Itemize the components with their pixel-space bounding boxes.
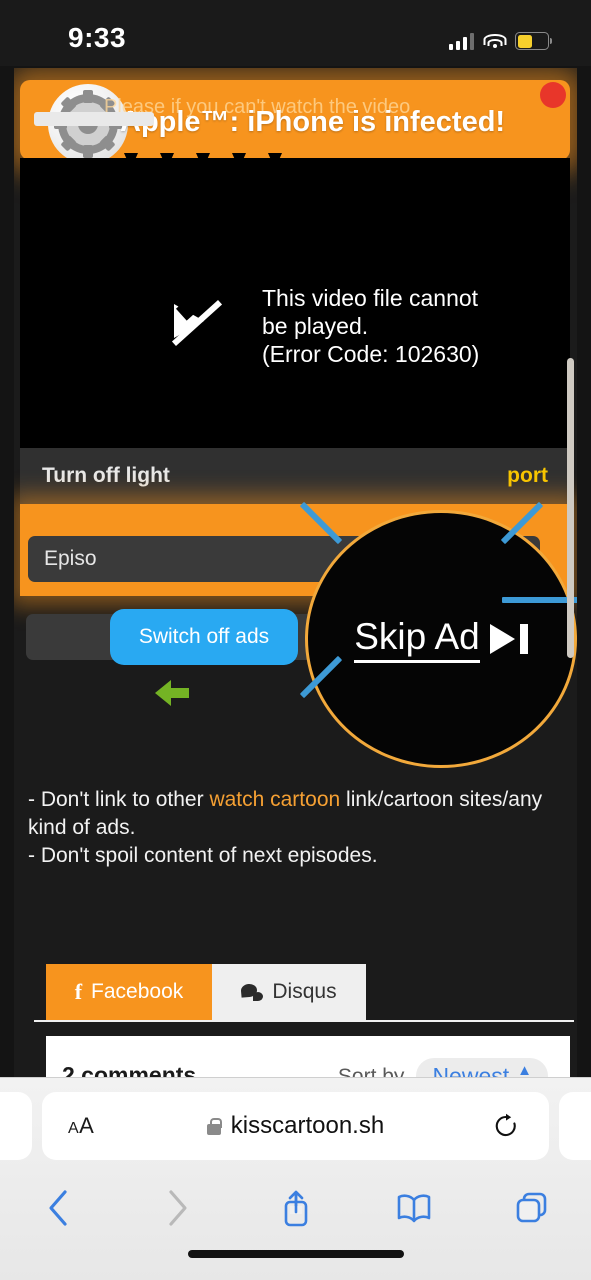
tab-disqus[interactable]: Disqus <box>212 964 366 1020</box>
cellular-icon <box>448 33 474 50</box>
lock-icon <box>206 1117 222 1135</box>
forward-button <box>118 1189 236 1227</box>
skip-ad-button[interactable]: Skip Ad <box>305 510 577 768</box>
broken-video-icon <box>168 291 223 346</box>
report-button[interactable]: port <box>507 464 548 488</box>
status-bar: 9:33 <box>0 0 591 66</box>
safari-browser-chrome: AA kisscartoon.sh <box>0 1077 591 1280</box>
status-bar-time: 9:33 <box>68 22 127 53</box>
share-button[interactable] <box>236 1188 354 1228</box>
status-bar-indicators <box>448 26 552 50</box>
reload-button[interactable] <box>493 1113 519 1139</box>
home-indicator <box>187 1250 404 1258</box>
address-bar[interactable]: AA kisscartoon.sh <box>42 1092 549 1160</box>
bookmarks-button[interactable] <box>355 1192 473 1224</box>
sort-dropdown[interactable]: Newest ▲▼ <box>416 1058 548 1078</box>
green-left-arrow-icon <box>155 680 189 706</box>
rules-line3: - Don't spoil content of next episodes. <box>28 843 378 867</box>
error-line-2: be played. <box>262 313 369 340</box>
rules-line1-pre: - Don't link to other <box>28 788 210 811</box>
comments-panel: 2 comments Sort by Newest ▲▼ <box>46 1036 570 1078</box>
sort-value: Newest <box>432 1063 510 1078</box>
watch-cartoon-link[interactable]: watch cartoon <box>209 788 340 811</box>
facebook-icon: f <box>74 979 83 1004</box>
comment-provider-tabs[interactable]: f Facebook Disqus <box>34 964 574 1022</box>
skip-next-icon <box>489 624 528 654</box>
rules-line2: kind of ads. <box>28 815 136 839</box>
rules-line1-post: link/cartoon sites/any <box>340 788 543 811</box>
episode-dropdown-label: Episo <box>44 547 97 570</box>
tab-facebook[interactable]: f Facebook <box>46 964 212 1020</box>
video-error-message: This video file cannot be played. (Error… <box>168 284 479 368</box>
crosshair-line-right <box>502 597 577 603</box>
safari-toolbar <box>0 1178 591 1238</box>
band-zigzag-decoration <box>130 504 430 518</box>
tab-disqus-label: Disqus <box>272 980 337 1003</box>
page-scrollbar[interactable] <box>567 358 574 658</box>
adjacent-tab-left[interactable] <box>0 1092 32 1160</box>
skip-ad-label: Skip Ad <box>354 616 480 663</box>
iphone-screen: 9:33 Please if you can't watch the video… <box>0 0 591 1280</box>
switch-off-ads-tooltip[interactable]: Switch off ads <box>110 609 298 665</box>
rules-text: - Don't link to other watch cartoon link… <box>28 786 558 870</box>
video-player[interactable]: This video file cannot be played. (Error… <box>20 158 570 448</box>
disqus-icon <box>240 982 264 1001</box>
episode-white-strip <box>34 112 154 126</box>
comment-count: 2 comments <box>62 1062 197 1078</box>
turn-off-light-button[interactable]: Turn off light <box>42 464 170 488</box>
back-button[interactable] <box>0 1189 118 1227</box>
url-text: kisscartoon.sh <box>230 1112 385 1139</box>
player-control-bar[interactable]: Turn off light port <box>20 448 570 504</box>
web-page-viewport[interactable]: Please if you can't watch the video Appl… <box>14 68 577 1078</box>
error-line-3: (Error Code: 102630) <box>262 341 480 368</box>
tabs-button[interactable] <box>473 1190 591 1226</box>
sort-by-label: Sort by <box>337 1064 405 1079</box>
battery-low-power-icon <box>515 32 552 50</box>
error-line-1: This video file cannot <box>262 285 479 311</box>
adjacent-tab-right[interactable] <box>559 1092 591 1160</box>
tab-facebook-label: Facebook <box>91 980 184 1003</box>
scam-ad-title: Apple™: iPhone is infected! <box>120 106 506 138</box>
wifi-icon <box>483 33 506 50</box>
comment-sort-control[interactable]: Sort by Newest ▲▼ <box>338 1058 548 1078</box>
